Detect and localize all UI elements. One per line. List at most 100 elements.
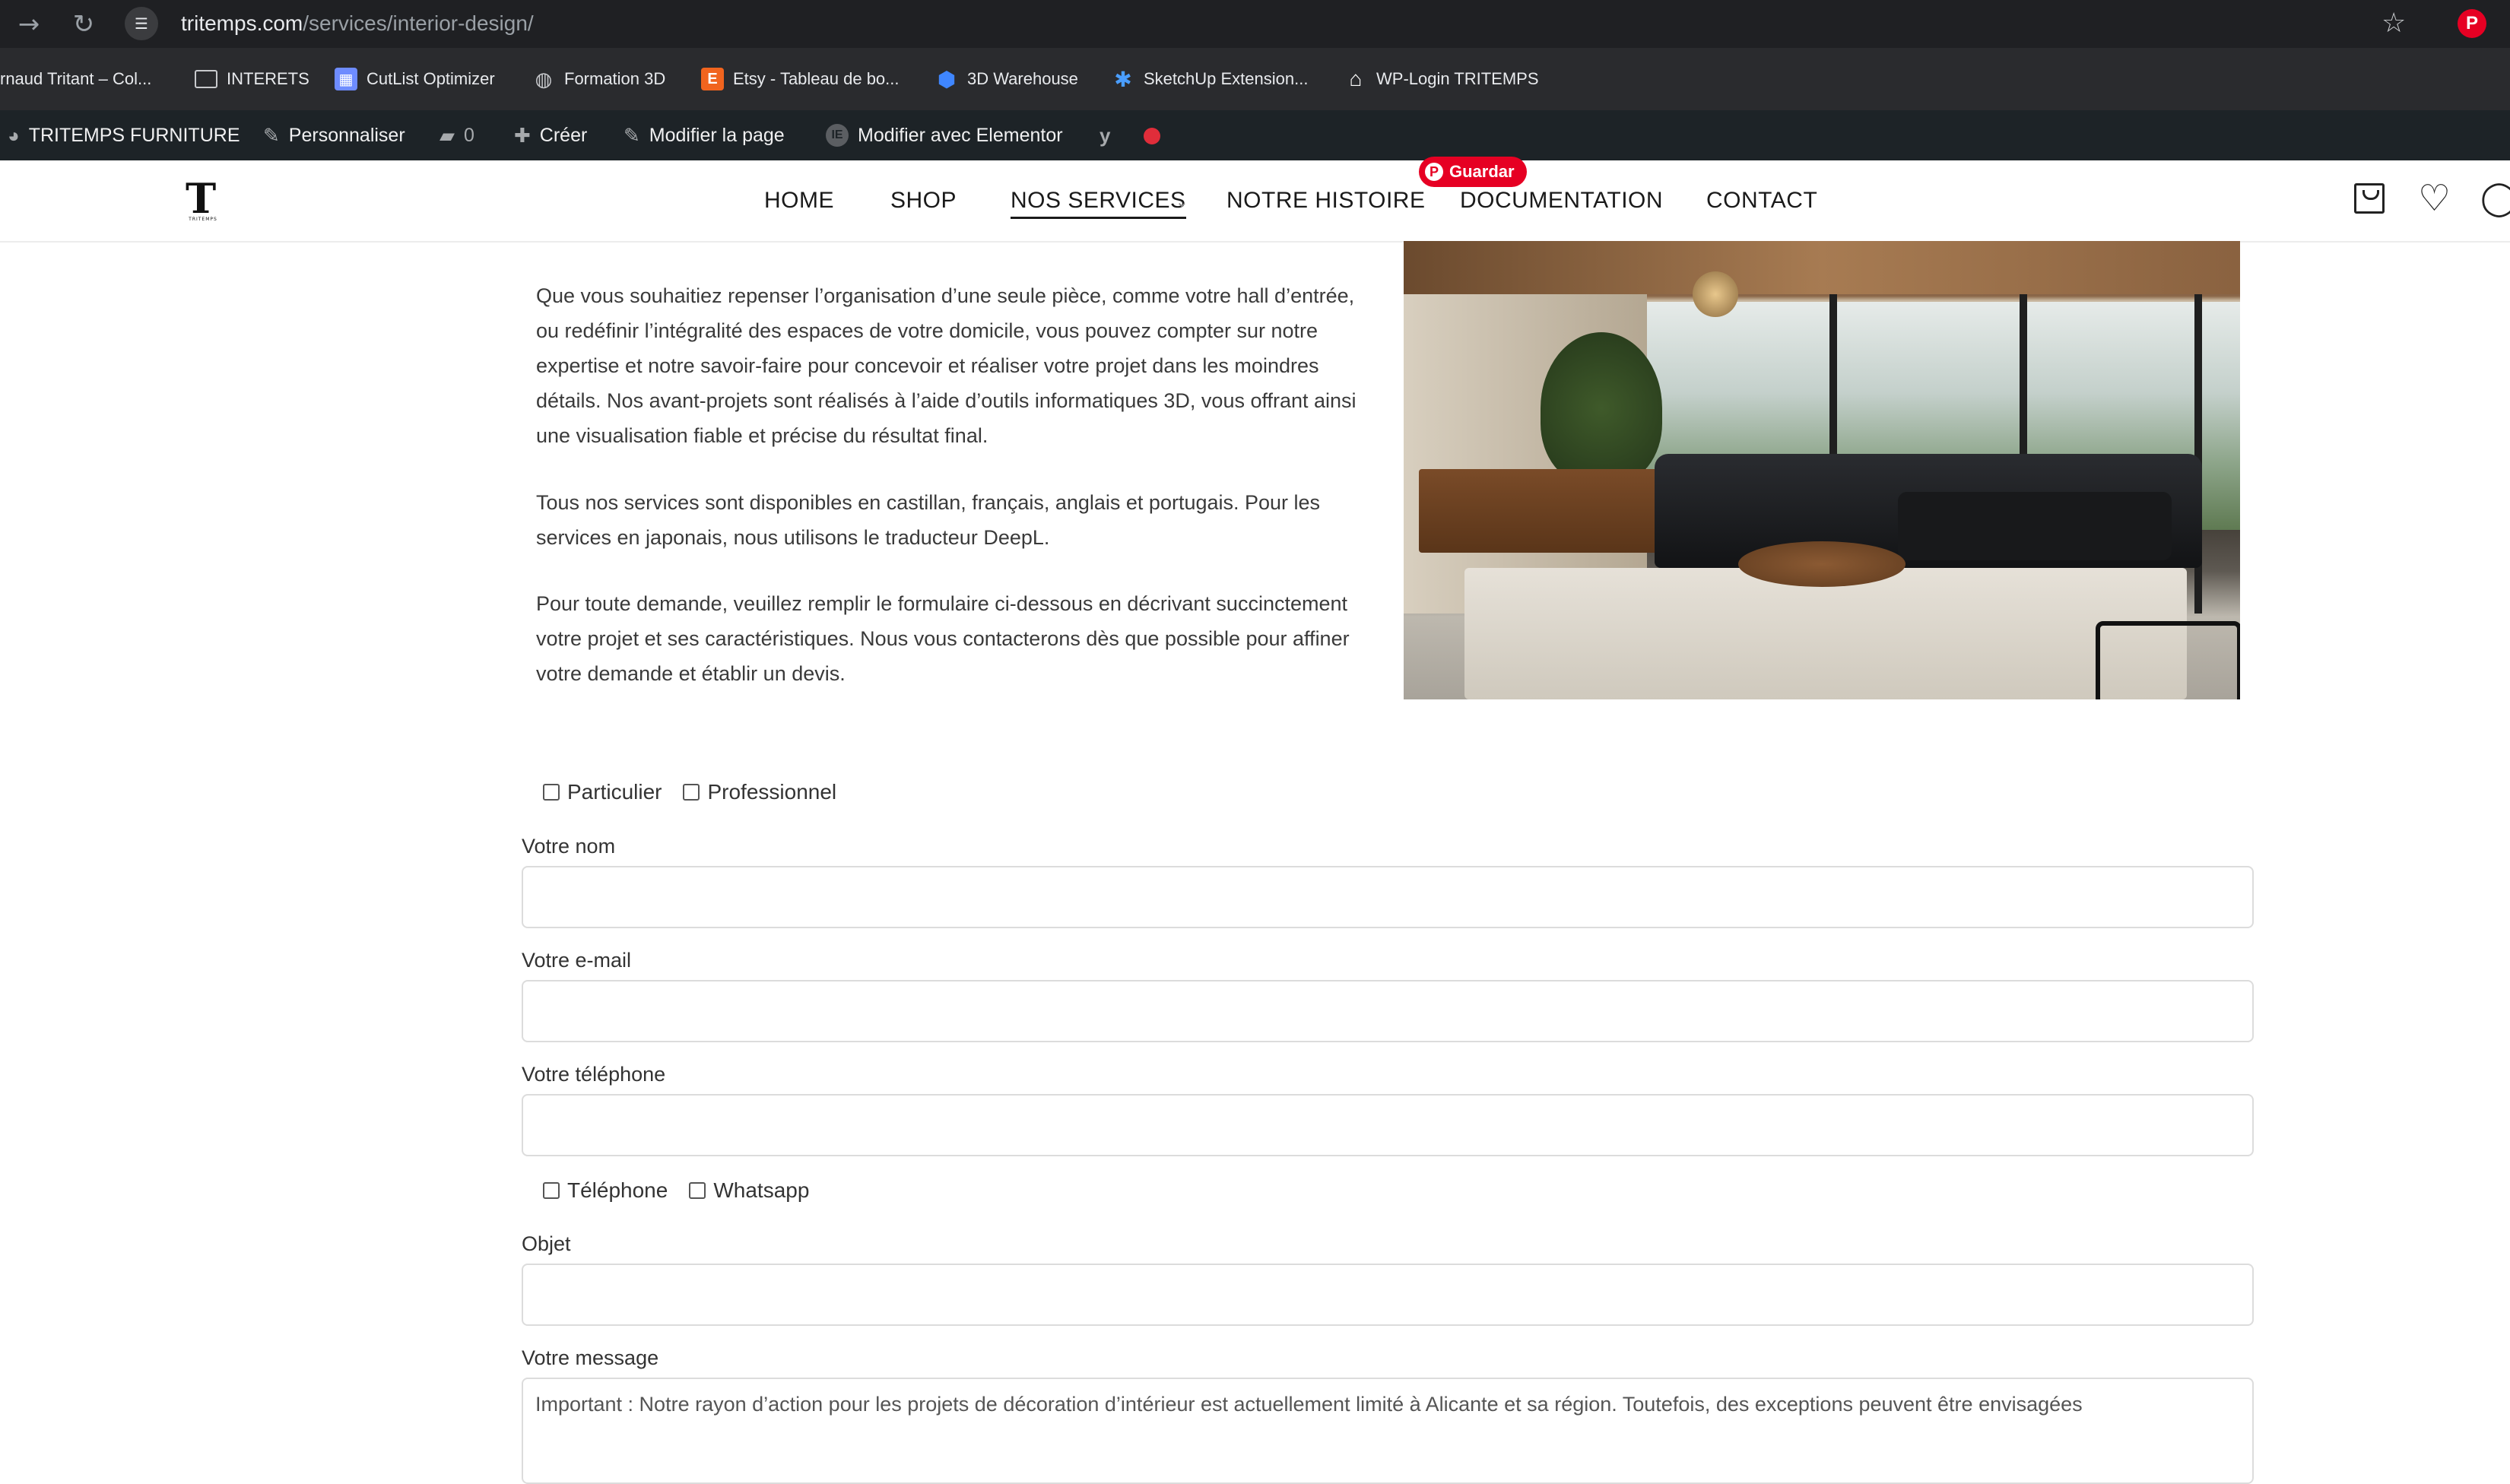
option-professionnel[interactable]: Professionnel [683,780,836,804]
subject-label: Objet [522,1232,571,1255]
option-whatsapp[interactable]: Whatsapp [689,1178,809,1203]
address-bar[interactable]: ☰ tritemps.com/services/interior-design/ [125,5,2406,43]
particulier-checkbox[interactable] [543,784,560,801]
bookmark-interets[interactable]: INTERETS [195,65,309,94]
wp-edit-page-label: Modifier la page [649,124,785,146]
wp-create-label: Créer [539,124,588,146]
elementor-icon: IE [826,124,849,147]
contact-preference-options: Téléphone Whatsapp [543,1178,830,1203]
wp-customize[interactable]: ✎ Personnaliser [263,121,405,150]
wishlist-heart-icon[interactable]: ♡ [2418,177,2451,220]
bookmark-star-icon[interactable]: ☆ [2381,8,2406,39]
client-type-options: Particulier Professionnel [543,780,858,804]
url-path: /services/interior-design/ [303,11,534,35]
option-particulier[interactable]: Particulier [543,780,662,804]
bookmark-label: Etsy - Tableau de bo... [733,69,900,88]
email-input[interactable] [522,980,2254,1042]
cutlist-icon: ▦ [335,68,357,90]
whatsapp-label: Whatsapp [713,1178,810,1202]
folder-icon [195,70,217,88]
search-icon[interactable]: ◯ [2480,179,2510,217]
wp-customize-label: Personnaliser [288,124,405,146]
url-domain: tritemps.com [181,11,303,35]
reload-icon[interactable]: ↻ [65,6,102,43]
bookmark-cutlist[interactable]: ▦ CutList Optimizer [335,65,495,94]
cart-icon[interactable] [2354,183,2385,214]
site-info-icon[interactable]: ☰ [125,7,158,40]
etsy-icon: E [701,68,724,90]
url-text: tritemps.com/services/interior-design/ [181,11,534,36]
bookmark-label: CutList Optimizer [367,69,495,88]
message-label: Votre message [522,1346,659,1369]
logo-subtext: TRITEMPS [189,217,217,222]
wp-create[interactable]: ✚ Créer [514,121,587,150]
logo-letter: T [186,174,217,223]
menu-home[interactable]: HOME [764,188,834,214]
comment-icon: ▰ [439,123,455,147]
wp-login-icon: ⌂ [1349,67,1363,90]
particulier-label: Particulier [567,780,662,804]
intro-paragraph: Que vous souhaitiez repenser l’organisat… [536,284,1357,447]
sketchup-icon: ✱ [1114,67,1132,91]
globe-icon: ◍ [535,67,553,90]
pinterest-save-label: Guardar [1449,162,1515,181]
bookmarks-bar: rnaud Tritant – Col... INTERETS ▦ CutLis… [0,48,2510,112]
site-logo[interactable]: T TRITEMPS [186,174,221,223]
forward-arrow-icon[interactable]: → [11,6,47,43]
wp-edit-elementor-label: Modifier avec Elementor [858,124,1063,146]
pinterest-icon: P [1425,163,1443,181]
chevron-down-icon[interactable]: ⌄ [1176,192,1188,211]
site-header: T TRITEMPS HOME SHOP NOS SERVICES ⌄ NOTR… [0,160,2510,243]
message-textarea[interactable]: Important : Notre rayon d’action pour le… [522,1378,2254,1484]
wp-edit-elementor[interactable]: IE Modifier avec Elementor [826,121,1063,150]
option-telephone[interactable]: Téléphone [543,1178,668,1203]
pinterest-save-button[interactable]: P Guardar [1419,157,1527,187]
telephone-checkbox[interactable] [543,1182,560,1199]
name-label: Votre nom [522,835,616,858]
bookmark-label: Formation 3D [564,69,666,88]
menu-contact[interactable]: CONTACT [1706,188,1817,214]
plus-icon: ✚ [514,123,531,147]
seo-status-dot-icon [1144,128,1160,144]
telephone-label: Téléphone [567,1178,668,1202]
phone-label: Votre téléphone [522,1063,666,1086]
wp-site-name[interactable]: ◕ TRITEMPS FURNITURE [8,121,240,150]
bookmark-3d-warehouse[interactable]: ⬢ 3D Warehouse [935,65,1078,94]
brush-icon: ✎ [263,123,280,147]
pinterest-extension-icon[interactable]: P [2458,9,2486,38]
email-label: Votre e-mail [522,949,632,972]
browser-toolbar: → ↻ ☰ tritemps.com/services/interior-des… [0,0,2510,48]
bookmark-arnaud[interactable]: rnaud Tritant – Col... [0,65,151,94]
wp-comments[interactable]: ▰ 0 [439,121,474,150]
dashboard-icon: ◕ [8,123,20,147]
bookmark-label: rnaud Tritant – Col... [0,69,152,88]
menu-documentation[interactable]: DOCUMENTATION [1460,188,1663,214]
professionnel-checkbox[interactable] [683,784,700,801]
bookmark-wp-login[interactable]: ⌂ WP-Login TRITEMPS [1344,65,1539,94]
professionnel-label: Professionnel [707,780,837,804]
menu-notre-histoire[interactable]: NOTRE HISTOIRE [1226,188,1425,214]
menu-nos-services[interactable]: NOS SERVICES [1011,188,1186,219]
bookmark-label: SketchUp Extension... [1144,69,1309,88]
menu-shop[interactable]: SHOP [890,188,957,214]
wp-admin-bar: ◕ TRITEMPS FURNITURE ✎ Personnaliser ▰ 0… [0,110,2510,160]
languages-paragraph: Tous nos services sont disponibles en ca… [536,491,1321,549]
warehouse-icon: ⬢ [937,67,957,91]
name-input[interactable] [522,866,2254,928]
phone-input[interactable] [522,1094,2254,1156]
bookmark-formation-3d[interactable]: ◍ Formation 3D [532,65,666,94]
bookmark-sketchup[interactable]: ✱ SketchUp Extension... [1112,65,1308,94]
yoast-seo[interactable]: y [1100,121,1119,150]
bookmark-label: INTERETS [227,69,309,88]
subject-input[interactable] [522,1264,2254,1326]
whatsapp-checkbox[interactable] [689,1182,706,1199]
living-room-photo [1404,241,2240,699]
wp-edit-page[interactable]: ✎ Modifier la page [624,121,785,150]
wp-comments-count: 0 [464,124,474,146]
wp-site-name-label: TRITEMPS FURNITURE [28,124,240,146]
pencil-icon: ✎ [624,123,640,147]
bookmark-label: 3D Warehouse [967,69,1078,88]
bookmark-etsy[interactable]: E Etsy - Tableau de bo... [701,65,900,94]
request-paragraph: Pour toute demande, veuillez remplir le … [536,592,1350,685]
yoast-icon: y [1100,123,1111,147]
